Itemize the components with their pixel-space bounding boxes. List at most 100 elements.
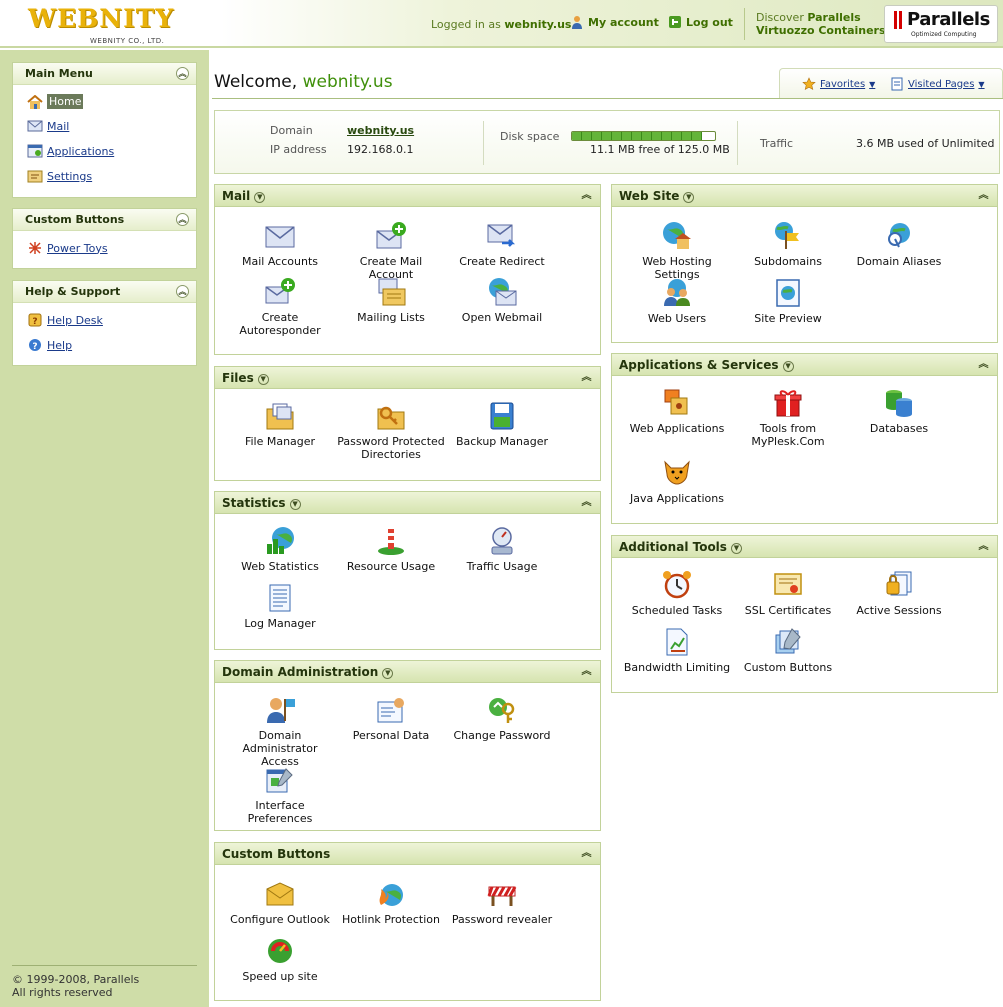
collapse-icon[interactable]: ︽ — [977, 359, 990, 372]
panel-header[interactable]: Domain Administration ▼ ︽ — [215, 661, 600, 683]
chevron-down-icon[interactable]: ▼ — [730, 543, 742, 554]
favorites-button[interactable]: Favorites ▼ — [802, 77, 875, 91]
help-desk-icon: ? — [28, 313, 42, 327]
ssl-certificates-button[interactable]: SSL Certificates — [733, 570, 843, 617]
collapse-icon[interactable]: ︽ — [176, 213, 189, 226]
backup-manager-button[interactable]: Backup Manager — [447, 401, 557, 448]
custom-buttons-button[interactable]: Custom Buttons — [733, 627, 843, 674]
domain-administrator-access-button[interactable]: Domain Administrator Access — [225, 695, 335, 768]
collapse-icon[interactable]: ︽ — [580, 666, 593, 679]
sidebar-item-help-desk[interactable]: ? Help Desk — [27, 313, 103, 327]
configure-outlook-button[interactable]: Configure Outlook — [225, 879, 335, 926]
create-mail-account-button[interactable]: Create Mail Account — [336, 221, 446, 281]
panel-header[interactable]: Web Site ▼ ︽ — [612, 185, 997, 207]
domain-aliases-button[interactable]: Domain Aliases — [844, 221, 954, 268]
collapse-icon[interactable]: ︽ — [580, 372, 593, 385]
sidebar-item-power-toys[interactable]: Power Toys — [27, 241, 108, 255]
discover-promo[interactable]: Discover Parallels Virtuozzo Containers — [756, 11, 886, 37]
sidebar-item-mail[interactable]: Mail — [27, 119, 69, 133]
panel-header[interactable]: Additional Tools ▼ ︽ — [612, 536, 997, 558]
active-sessions-button[interactable]: Active Sessions — [844, 570, 954, 617]
web-applications-icon — [664, 389, 688, 415]
domain-admin-icon — [267, 698, 295, 723]
interface-preferences-button[interactable]: Interface Preferences — [225, 765, 335, 825]
discover-brand: Parallels — [807, 11, 861, 24]
resource-usage-button[interactable]: Resource Usage — [336, 526, 446, 573]
collapse-icon[interactable]: ︽ — [176, 67, 189, 80]
envelope-redirect-icon — [487, 224, 516, 247]
log-manager-button[interactable]: Log Manager — [225, 583, 335, 630]
sidebar-item-help[interactable]: ? Help — [27, 338, 72, 352]
visited-pages-button[interactable]: Visited Pages ▼ — [890, 77, 985, 91]
collapse-icon[interactable]: ︽ — [977, 541, 990, 554]
traffic-usage-button[interactable]: Traffic Usage — [447, 526, 557, 573]
panel-header[interactable]: Custom Buttons ︽ — [215, 843, 600, 865]
chevron-down-icon[interactable]: ▼ — [382, 668, 394, 679]
panel-header[interactable]: Applications & Services ▼ ︽ — [612, 354, 997, 376]
open-webmail-button[interactable]: Open Webmail — [447, 277, 557, 324]
chevron-down-icon[interactable]: ▼ — [257, 374, 269, 385]
parallels-tagline: Optimized Computing — [911, 31, 977, 38]
create-autoresponder-button[interactable]: Create Autoresponder — [225, 277, 335, 337]
site-preview-icon — [776, 279, 800, 307]
web-users-button[interactable]: Web Users — [622, 278, 732, 325]
file-manager-button[interactable]: File Manager — [225, 401, 335, 448]
disk-usage-fill — [572, 132, 703, 140]
personal-data-button[interactable]: Personal Data — [336, 695, 446, 742]
change-password-button[interactable]: Change Password — [447, 695, 557, 742]
icon-label: Active Sessions — [856, 604, 942, 617]
mailing-lists-button[interactable]: Mailing Lists — [336, 277, 446, 324]
disk-value: 11.1 MB free of 125.0 MB — [590, 143, 730, 156]
collapse-icon[interactable]: ︽ — [176, 285, 189, 298]
mail-accounts-button[interactable]: Mail Accounts — [225, 221, 335, 268]
web-hosting-settings-button[interactable]: Web Hosting Settings — [622, 221, 732, 281]
chevron-down-icon: ▼ — [978, 79, 985, 89]
tools-from-myplesk-button[interactable]: Tools from MyPlesk.Com — [733, 388, 843, 448]
sidebar-item-settings[interactable]: Settings — [27, 169, 92, 183]
applications-icon — [27, 144, 43, 158]
panel-header[interactable]: Statistics ▼ ︽ — [215, 492, 600, 514]
parallels-logo[interactable]: Parallels Optimized Computing — [884, 5, 998, 43]
sidebar-item-applications[interactable]: Applications — [27, 144, 114, 158]
icon-label: Java Applications — [630, 492, 724, 505]
collapse-icon[interactable]: ︽ — [977, 190, 990, 203]
scheduled-tasks-button[interactable]: Scheduled Tasks — [622, 570, 732, 617]
panel-title: Applications & Services — [619, 358, 779, 372]
webnity-logo[interactable]: WEBNITY WEBNITY CO., LTD. — [28, 4, 174, 45]
collapse-icon[interactable]: ︽ — [580, 848, 593, 861]
chevron-down-icon[interactable]: ▼ — [683, 192, 695, 203]
web-statistics-button[interactable]: Web Statistics — [225, 526, 335, 573]
site-preview-button[interactable]: Site Preview — [733, 278, 843, 325]
chevron-down-icon[interactable]: ▼ — [289, 499, 301, 510]
alarm-clock-icon — [663, 571, 691, 599]
collapse-icon[interactable]: ︽ — [580, 497, 593, 510]
create-redirect-button[interactable]: Create Redirect — [447, 221, 557, 268]
databases-button[interactable]: Databases — [844, 388, 954, 435]
speed-up-site-button[interactable]: Speed up site — [225, 936, 335, 983]
subdomains-icon — [775, 222, 799, 249]
web-statistics-icon — [267, 527, 294, 554]
password-revealer-button[interactable]: Password revealer — [447, 879, 557, 926]
password-protected-directories-button[interactable]: Password Protected Directories — [336, 401, 446, 461]
subdomains-button[interactable]: Subdomains — [733, 221, 843, 268]
hotlink-protection-button[interactable]: Hotlink Protection — [336, 879, 446, 926]
chevron-down-icon[interactable]: ▼ — [782, 361, 794, 372]
log-out-button[interactable]: Log out — [668, 15, 733, 29]
icon-label: Mailing Lists — [357, 311, 425, 324]
sidebar-item-home[interactable]: Home — [27, 94, 84, 109]
power-toys-icon — [29, 242, 41, 254]
collapse-icon[interactable]: ︽ — [580, 190, 593, 203]
domain-label: Domain — [270, 124, 313, 137]
webmail-icon — [489, 278, 517, 306]
java-applications-button[interactable]: Java Applications — [622, 458, 732, 505]
bandwidth-limiting-button[interactable]: Bandwidth Limiting — [622, 627, 732, 674]
domain-link[interactable]: webnity.us — [347, 124, 414, 137]
custom-buttons-title: Custom Buttons ︽ — [13, 209, 196, 231]
web-applications-button[interactable]: Web Applications — [622, 388, 732, 435]
my-account-button[interactable]: My account — [570, 15, 659, 29]
chevron-down-icon[interactable]: ▼ — [254, 192, 266, 203]
panel-header[interactable]: Mail ▼ ︽ — [215, 185, 600, 207]
icon-label: Password revealer — [451, 913, 553, 926]
my-account-label: My account — [588, 15, 659, 29]
panel-header[interactable]: Files ▼ ︽ — [215, 367, 600, 389]
